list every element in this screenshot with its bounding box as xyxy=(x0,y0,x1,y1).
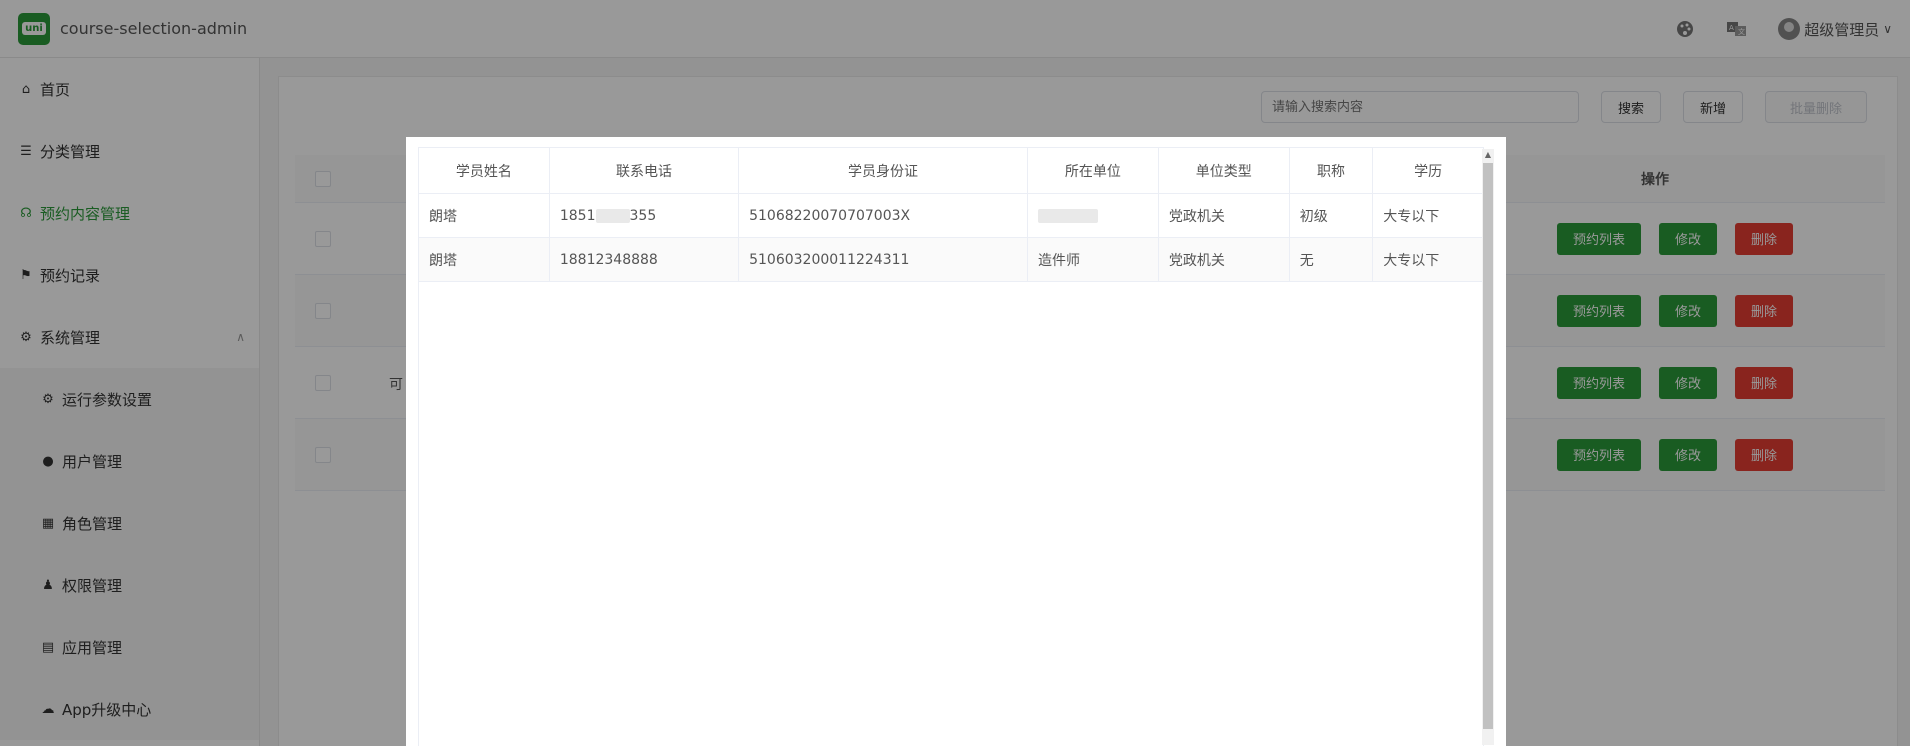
student-table: 学员姓名 联系电话 学员身份证 所在单位 单位类型 职称 学历 朗塔 1851 3… xyxy=(418,147,1484,282)
col-student-name: 学员姓名 xyxy=(418,147,550,194)
cell-name: 朗塔 xyxy=(418,237,550,282)
cell-education: 大专以下 xyxy=(1372,237,1484,282)
cell-phone: 1851 355 xyxy=(548,193,740,238)
cell-id-card: 51068220070707003X xyxy=(738,193,1028,238)
phone-prefix: 1851 xyxy=(559,207,596,224)
redaction-mark xyxy=(1037,208,1098,223)
scroll-up-icon[interactable]: ▲ xyxy=(1482,149,1494,161)
cell-phone: 18812348888 xyxy=(548,237,740,282)
cell-unit-type: 党政机关 xyxy=(1157,193,1290,238)
phone-suffix: 355 xyxy=(629,207,657,224)
table-row: 朗塔 1851 355 51068220070707003X 党政机关 初级 大专… xyxy=(418,193,1484,238)
cell-unit-type: 党政机关 xyxy=(1157,237,1290,282)
table-header-row: 学员姓名 联系电话 学员身份证 所在单位 单位类型 职称 学历 xyxy=(418,147,1484,194)
cell-education: 大专以下 xyxy=(1372,193,1484,238)
col-unit: 所在单位 xyxy=(1026,147,1159,194)
col-unit-type: 单位类型 xyxy=(1157,147,1290,194)
dialog-scrollbar[interactable]: ▲ xyxy=(1482,149,1494,745)
scrollbar-thumb[interactable] xyxy=(1483,163,1493,729)
cell-unit: 造件师 xyxy=(1026,237,1159,282)
reservation-list-dialog: 学员姓名 联系电话 学员身份证 所在单位 单位类型 职称 学历 朗塔 1851 3… xyxy=(406,137,1506,746)
col-phone: 联系电话 xyxy=(548,147,740,194)
table-row: 朗塔 18812348888 510603200011224311 造件师 党政… xyxy=(418,237,1484,282)
cell-id-card: 510603200011224311 xyxy=(738,237,1028,282)
cell-name: 朗塔 xyxy=(418,193,550,238)
redaction-mark xyxy=(595,208,630,223)
cell-title: 初级 xyxy=(1288,193,1374,238)
col-id-card: 学员身份证 xyxy=(738,147,1028,194)
cell-unit xyxy=(1026,193,1159,238)
col-title: 职称 xyxy=(1288,147,1374,194)
cell-title: 无 xyxy=(1288,237,1374,282)
col-education: 学历 xyxy=(1372,147,1484,194)
